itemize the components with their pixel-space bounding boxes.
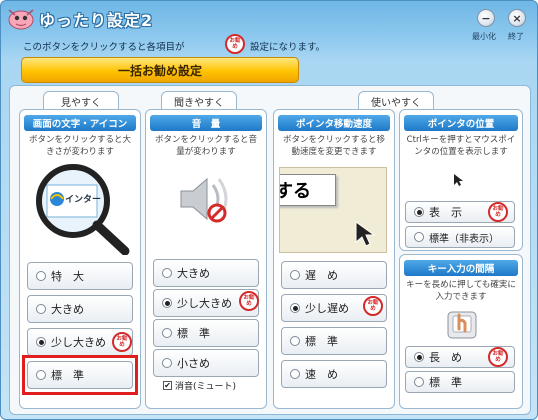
- option-speed-standard[interactable]: 標 準: [281, 327, 387, 355]
- option-volume-quiet[interactable]: 小さめ: [153, 349, 259, 377]
- title-bar: ゆったり設定2 − 最小化 × 終了: [1, 1, 537, 41]
- mute-checkbox[interactable]: ✔ 消音(ミュート): [163, 379, 236, 392]
- app-window: ゆったり設定2 − 最小化 × 終了 このボタンをクリックすると各項目が お勧め…: [0, 0, 538, 420]
- magnifier-icon: [36, 164, 130, 255]
- radio-selected-icon: [414, 352, 424, 362]
- tab-see[interactable]: 見やすく: [43, 91, 119, 111]
- mouse-pointer-icon: [355, 221, 376, 247]
- mouse-pointer-icon: [454, 174, 463, 186]
- option-key-standard[interactable]: 標 準: [405, 371, 515, 393]
- radio-icon: [36, 271, 46, 281]
- volume-desc: ボタンをクリックすると音量が変わります: [154, 135, 257, 157]
- app-title: ゆったり設定2: [39, 11, 154, 30]
- minimize-icon: −: [481, 11, 491, 25]
- radio-selected-icon: [290, 303, 300, 313]
- speaker-mute-icon: [180, 177, 228, 223]
- pointer-speed-preview: する: [279, 167, 387, 253]
- tab-hear[interactable]: 聞きやすく: [161, 91, 237, 111]
- hint-text-after: 設定になります。: [250, 42, 326, 53]
- tab-use[interactable]: 使いやすく: [358, 91, 434, 111]
- text-icon-desc: ボタンをクリックすると大きさが変わります: [28, 135, 131, 157]
- checkbox-checked-icon: ✔: [163, 381, 172, 390]
- minimize-label: 最小化: [472, 32, 496, 41]
- close-icon: ×: [512, 11, 522, 25]
- radio-icon: [290, 369, 300, 379]
- radio-selected-icon: [414, 207, 424, 217]
- option-speed-fast[interactable]: 速 め: [281, 360, 387, 388]
- option-volume-standard[interactable]: 標 準: [153, 319, 259, 347]
- current-selection-highlight: [22, 355, 138, 395]
- radio-icon: [162, 268, 172, 278]
- exit-label: 終了: [508, 32, 524, 41]
- key-interval-heading: キー入力の間隔: [404, 260, 518, 276]
- text-icon-heading: 画面の文字・アイコン: [24, 115, 136, 131]
- volume-heading: 音 量: [150, 115, 262, 131]
- pointer-speed-heading: ポインタ移動速度: [278, 115, 390, 131]
- exit-button[interactable]: ×: [508, 9, 526, 27]
- recommend-stamp-icon: お勧め: [239, 291, 259, 311]
- pointer-position-heading: ポインタの位置: [404, 115, 518, 131]
- bulk-recommend-button[interactable]: 一括お勧め設定: [21, 57, 299, 83]
- option-speed-slow[interactable]: 遅 め: [281, 261, 387, 289]
- recommend-stamp-icon: お勧め: [488, 202, 508, 222]
- radio-icon: [290, 336, 300, 346]
- recommend-stamp-icon: お勧め: [112, 332, 132, 352]
- pointer-speed-desc: ボタンをクリックすると移動速度を変更できます: [282, 135, 385, 157]
- radio-selected-icon: [36, 337, 46, 347]
- radio-icon: [162, 358, 172, 368]
- magnifier-sample-text: インター: [65, 195, 102, 205]
- option-position-hide[interactable]: 標準（非表示）: [405, 226, 515, 248]
- minimize-button[interactable]: −: [477, 9, 495, 27]
- recommend-stamp-icon: お勧め: [363, 296, 383, 316]
- pointer-position-desc: Ctrlキーを押すとマウスポインタの位置を表示します: [406, 135, 516, 157]
- hint-text-before: このボタンをクリックすると各項目が: [23, 42, 185, 53]
- radio-selected-icon: [162, 298, 172, 308]
- recommend-stamp-icon: お勧め: [225, 34, 245, 54]
- key-press-icon: [447, 311, 477, 339]
- radio-icon: [36, 304, 46, 314]
- pointer-speed-sample-text: する: [280, 174, 336, 206]
- option-volume-loud[interactable]: 大きめ: [153, 259, 259, 287]
- radio-icon: [414, 232, 424, 242]
- radio-icon: [414, 377, 424, 387]
- option-text-extra-large[interactable]: 特 大: [27, 262, 133, 290]
- option-text-large[interactable]: 大きめ: [27, 295, 133, 323]
- radio-icon: [162, 328, 172, 338]
- radio-icon: [290, 270, 300, 280]
- app-logo-icon: [8, 9, 34, 30]
- recommend-stamp-icon: お勧め: [488, 347, 508, 367]
- key-interval-desc: キーを長めに押しても確実に入力できます: [406, 280, 516, 302]
